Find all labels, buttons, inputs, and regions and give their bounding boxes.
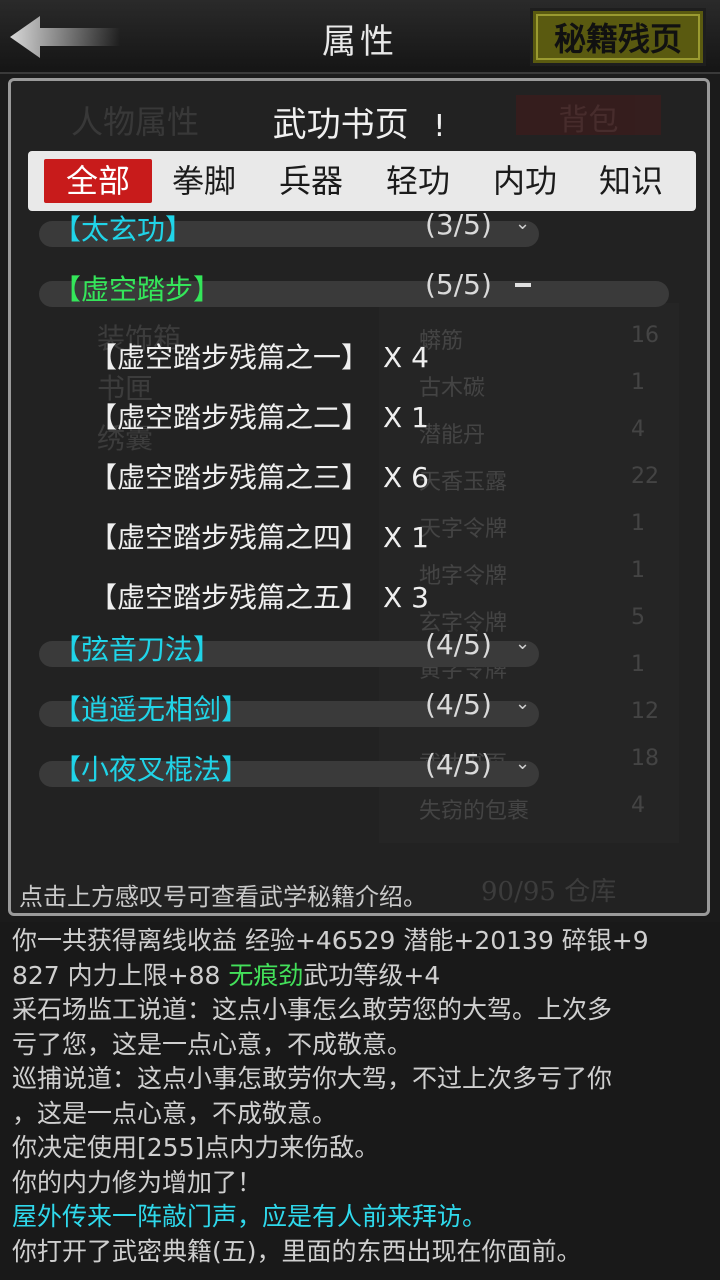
book-row[interactable]: 【虚空踏步】 (5/5) — [39, 268, 669, 309]
filter-tabs: 全部 拳脚 兵器 轻功 内功 知识 — [28, 151, 696, 211]
fragment-item: 【虚空踏步残篇之一】 X 4 — [89, 341, 429, 374]
book-progress: (5/5) — [425, 268, 492, 301]
book-name: 【虚空踏步】 — [53, 273, 222, 306]
fragment-item: 【虚空踏步残篇之五】 X 3 — [89, 581, 429, 614]
tab-knowledge[interactable]: 知识 — [577, 159, 685, 203]
log-line: 亏了您，这是一点心意，不成敬意。 — [12, 1029, 413, 1059]
book-row[interactable]: 【太玄功】 (3/5) ⌄ — [39, 208, 539, 249]
secret-pages-button[interactable]: 秘籍残页 — [530, 8, 706, 66]
book-row[interactable]: 【逍遥无相剑】 (4/5) ⌄ — [39, 688, 539, 729]
chevron-down-icon: ⌄ — [515, 633, 531, 654]
log-line: ，这是一点心意，不成敬意。 — [12, 1098, 338, 1128]
tab-fist[interactable]: 拳脚 — [150, 159, 258, 203]
dialog-title: 武功书页 ! — [272, 105, 446, 145]
top-bar: 属性 秘籍残页 — [0, 0, 720, 74]
book-row[interactable]: 【弦音刀法】 (4/5) ⌄ — [39, 628, 539, 669]
book-name: 【弦音刀法】 — [53, 633, 222, 666]
tab-weapon[interactable]: 兵器 — [257, 159, 365, 203]
book-name: 【逍遥无相剑】 — [53, 693, 250, 726]
log-line: 你的内力修为增加了！ — [12, 1167, 263, 1197]
book-progress: (3/5) — [425, 208, 492, 241]
info-icon[interactable]: ! — [433, 109, 445, 144]
book-name: 【太玄功】 — [53, 213, 194, 246]
book-name: 【小夜叉棍法】 — [53, 753, 250, 786]
log-line: 你打开了武密典籍(五)，里面的东西出现在你面前。 — [12, 1236, 582, 1266]
book-progress: (4/5) — [425, 628, 492, 661]
chevron-down-icon: ⌄ — [515, 693, 531, 714]
book-row[interactable]: 【小夜叉棍法】 (4/5) ⌄ — [39, 748, 539, 789]
secret-pages-label: 秘籍残页 — [553, 20, 682, 58]
tab-inner[interactable]: 内功 — [471, 159, 579, 203]
collapse-icon — [515, 283, 531, 287]
book-progress: (4/5) — [425, 748, 492, 781]
book-progress: (4/5) — [425, 688, 492, 721]
chevron-down-icon: ⌄ — [515, 753, 531, 774]
chevron-down-icon: ⌄ — [515, 213, 531, 234]
book-pages-panel: 人物属性 背包 装饰箱 书匣 绣囊 蟒筋 16 古木碳 1 潜能丹 4 天香玉露 22 … — [8, 78, 710, 916]
log-line: 采石场监工说道：这点小事怎么敢劳您的大驾。上次多 — [12, 995, 613, 1024]
message-log[interactable]: 你一共获得离线收益 经验+46529 潜能+20139 碎银+9 827 内力上… — [0, 922, 720, 1280]
fragment-item: 【虚空踏步残篇之二】 X 1 — [89, 401, 429, 434]
log-line: 屋外传来一阵敲门声，应是有人前来拜访。 — [12, 1202, 488, 1231]
fragment-item: 【虚空踏步残篇之四】 X 1 — [89, 521, 429, 554]
log-line: 你一共获得离线收益 经验+46529 潜能+20139 碎银+9 — [12, 926, 649, 955]
fragment-item: 【虚空踏步残篇之三】 X 6 — [89, 461, 429, 494]
tab-all[interactable]: 全部 — [44, 159, 152, 203]
log-line: 827 内力上限+88 无痕劲武功等级+4 — [12, 960, 441, 990]
log-line: 巡捕说道：这点小事怎敢劳你大驾，不过上次多亏了你 — [12, 1064, 613, 1093]
log-line: 你决定使用[255]点内力来伤敌。 — [12, 1133, 380, 1162]
hint-text: 点击上方感叹号可查看武学秘籍介绍。 — [19, 883, 427, 911]
tab-lightness[interactable]: 轻功 — [364, 159, 472, 203]
